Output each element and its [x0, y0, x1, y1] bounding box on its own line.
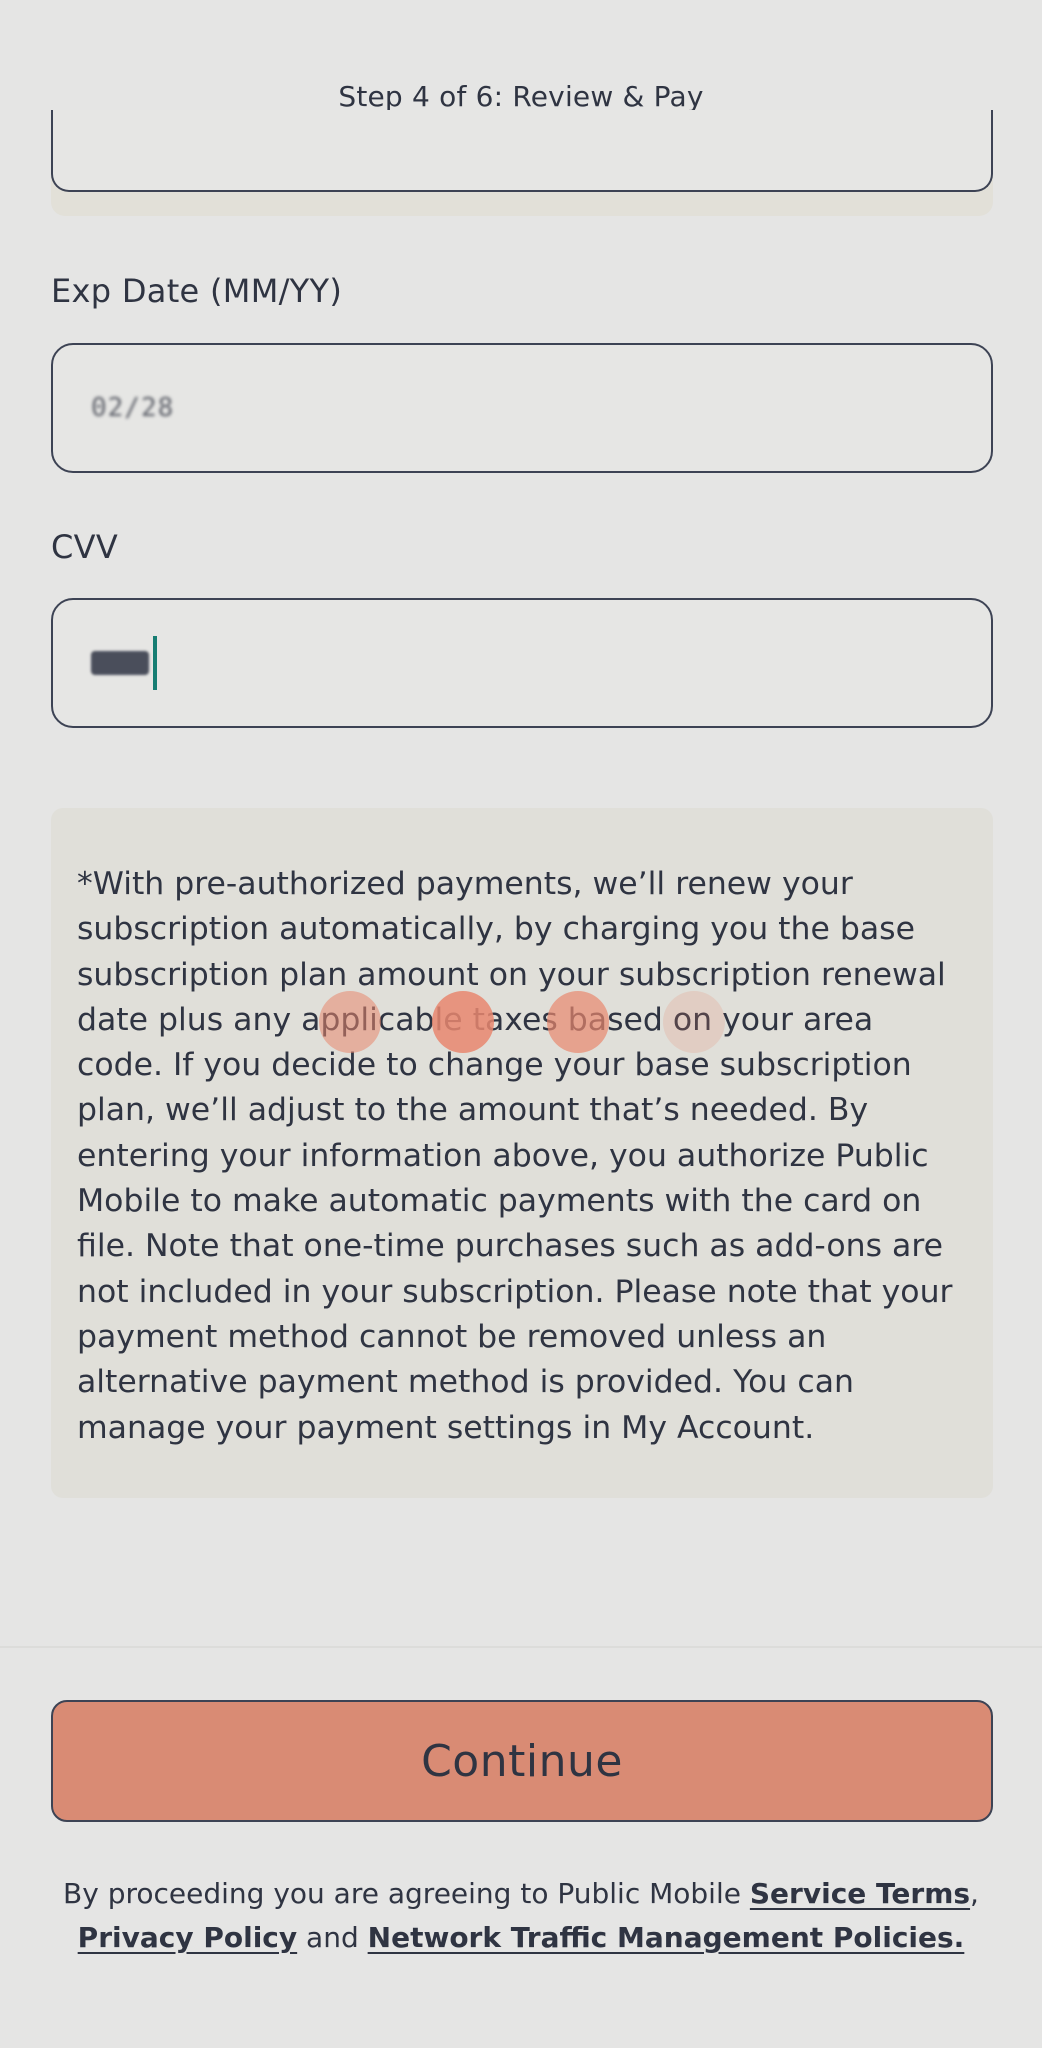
tap-indicator: [547, 991, 609, 1053]
tap-indicator: [319, 991, 381, 1053]
cvv-value-masked: [91, 651, 149, 675]
legal-comma: ,: [970, 1877, 979, 1910]
tap-indicator: [663, 991, 725, 1053]
step-indicator: Step 4 of 6: Review & Pay: [338, 80, 704, 113]
footer-divider: [0, 1646, 1042, 1648]
service-terms-link[interactable]: Service Terms: [750, 1877, 970, 1910]
exp-date-label: Exp Date (MM/YY): [51, 272, 343, 310]
continue-button[interactable]: Continue: [51, 1700, 993, 1822]
legal-prefix: By proceeding you are agreeing to Public…: [63, 1877, 750, 1910]
cvv-label: CVV: [51, 528, 119, 566]
exp-date-value: 02/28: [91, 393, 175, 423]
legal-and: and: [297, 1921, 368, 1954]
notice-text: *With pre-authorized payments, we’ll ren…: [77, 866, 953, 1446]
tap-indicator: [432, 991, 494, 1053]
network-traffic-policy-link[interactable]: Network Traffic Management Policies.: [368, 1921, 965, 1954]
card-number-field[interactable]: [51, 110, 993, 192]
pre-authorized-payment-notice: *With pre-authorized payments, we’ll ren…: [51, 808, 993, 1498]
legal-agreement: By proceeding you are agreeing to Public…: [40, 1872, 1002, 1960]
review-pay-page: Step 4 of 6: Review & Pay Exp Date (MM/Y…: [0, 0, 1042, 2048]
cvv-input[interactable]: [51, 598, 993, 728]
privacy-policy-link[interactable]: Privacy Policy: [78, 1921, 297, 1954]
exp-date-input[interactable]: 02/28: [51, 343, 993, 473]
text-cursor: [153, 636, 157, 690]
